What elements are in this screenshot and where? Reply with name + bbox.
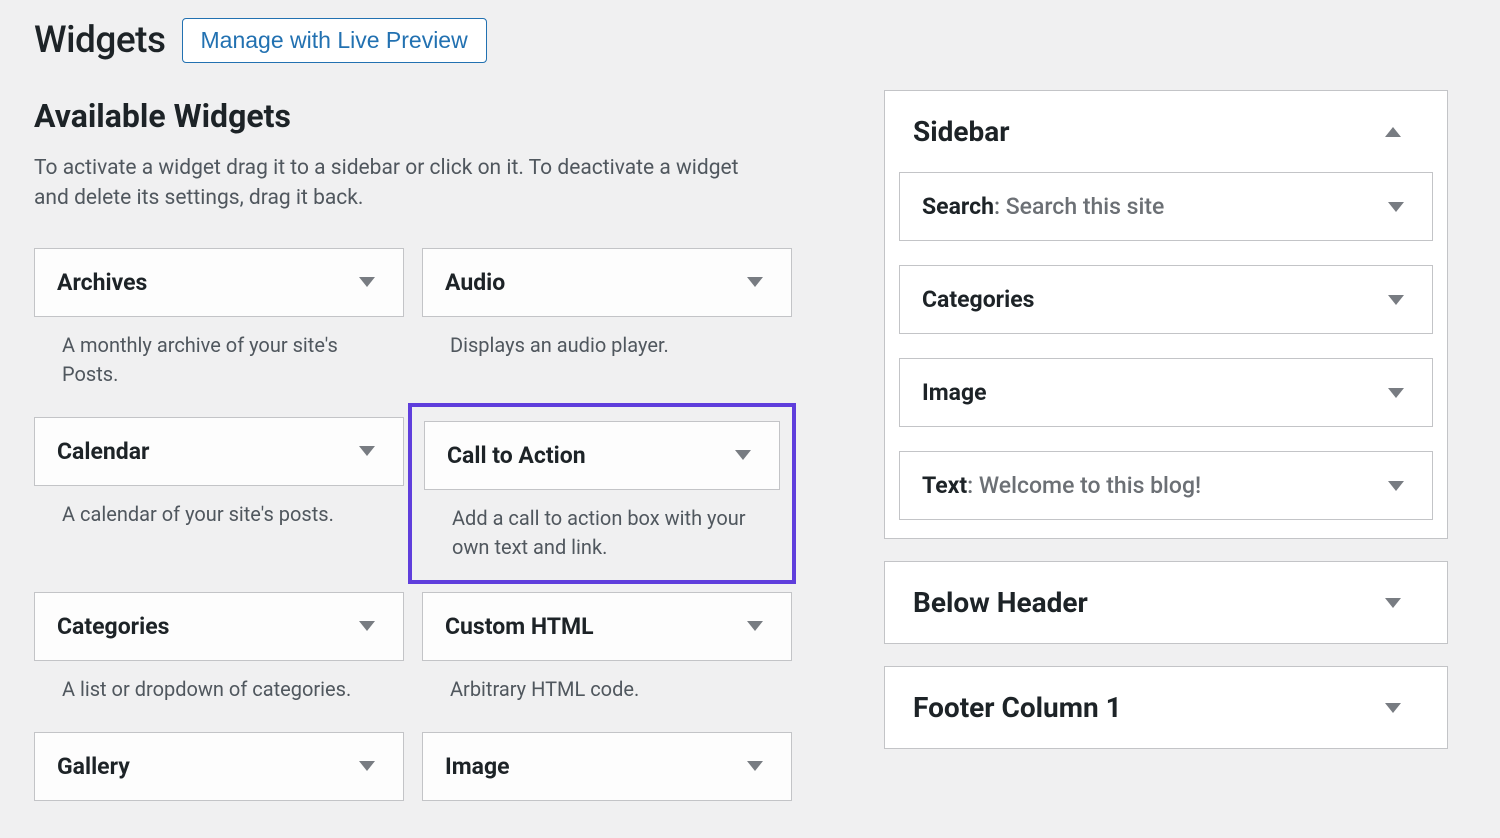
available-widget: Image [422,732,792,801]
available-widget-description: A calendar of your site's posts. [34,500,404,529]
chevron-down-icon[interactable] [1388,295,1404,305]
available-widget-description: Add a call to action box with your own t… [420,504,784,562]
widget-area-title: Sidebar [913,115,1010,148]
available-widget: Categories A list or dropdown of categori… [34,592,404,704]
assigned-widget[interactable]: Search: Search this site [899,172,1433,241]
available-widget: Archives A monthly archive of your site's… [34,248,404,389]
assigned-widget-subtitle: Welcome to this blog! [979,472,1201,499]
available-widget-title: Calendar [57,438,149,465]
widget-area-header[interactable]: Footer Column 1 [885,667,1447,748]
assigned-widget-name: Text [922,472,967,499]
available-widget-title: Gallery [57,753,130,780]
chevron-down-icon[interactable] [359,277,375,287]
chevron-down-icon[interactable] [1388,388,1404,398]
available-widgets-description: To activate a widget drag it to a sideba… [34,153,754,214]
widget-area-panel: Footer Column 1 [884,666,1448,749]
assigned-widget-subtitle: Search this site [1006,193,1165,220]
assigned-widget[interactable]: Categories [899,265,1433,334]
assigned-widget-label: Text: Welcome to this blog! [922,472,1201,499]
available-widget-title: Categories [57,613,169,640]
available-widget-header[interactable]: Calendar [34,417,404,486]
widget-area-panel: Sidebar Search: Search this site Categorie… [884,90,1448,539]
manage-live-preview-button[interactable]: Manage with Live Preview [182,18,487,63]
available-widget-title: Image [445,753,510,780]
widget-area-panel: Below Header [884,561,1448,644]
page-title: Widgets [34,19,166,62]
available-widget-description: Arbitrary HTML code. [422,675,792,704]
assigned-widget-separator: : [967,472,979,499]
available-widget-header[interactable]: Call to Action [424,421,780,490]
chevron-down-icon[interactable] [359,621,375,631]
available-widgets-heading: Available Widgets [34,97,824,135]
assigned-widget-name: Categories [922,286,1034,313]
available-widget-title: Audio [445,269,505,296]
chevron-down-icon[interactable] [735,450,751,460]
chevron-down-icon[interactable] [1385,703,1401,713]
available-widget-description: Displays an audio player. [422,331,792,360]
available-widget: Audio Displays an audio player. [422,248,792,389]
widget-area-title: Below Header [913,586,1088,619]
assigned-widget-name: Search [922,193,994,220]
widget-area-title: Footer Column 1 [913,691,1122,724]
chevron-down-icon[interactable] [747,761,763,771]
available-widget: Gallery [34,732,404,801]
available-widget: Call to Action Add a call to action box w… [408,403,796,584]
available-widget-header[interactable]: Audio [422,248,792,317]
available-widget-header[interactable]: Custom HTML [422,592,792,661]
widget-area-body: Search: Search this site Categories Image T… [885,172,1447,538]
chevron-up-icon[interactable] [1385,127,1401,137]
available-widget-header[interactable]: Archives [34,248,404,317]
available-widget-header[interactable]: Image [422,732,792,801]
chevron-down-icon[interactable] [359,446,375,456]
chevron-down-icon[interactable] [747,277,763,287]
assigned-widget-label: Search: Search this site [922,193,1164,220]
chevron-down-icon[interactable] [1385,598,1401,608]
available-widget-description: A monthly archive of your site's Posts. [34,331,404,389]
chevron-down-icon[interactable] [747,621,763,631]
chevron-down-icon[interactable] [1388,202,1404,212]
available-widget: Custom HTML Arbitrary HTML code. [422,592,792,704]
assigned-widget-separator: : [994,193,1006,220]
chevron-down-icon[interactable] [359,761,375,771]
chevron-down-icon[interactable] [1388,481,1404,491]
assigned-widget[interactable]: Text: Welcome to this blog! [899,451,1433,520]
available-widget-title: Archives [57,269,147,296]
assigned-widget-label: Image [922,379,987,406]
available-widget-description: A list or dropdown of categories. [34,675,404,704]
available-widget-header[interactable]: Gallery [34,732,404,801]
available-widget: Calendar A calendar of your site's posts. [34,417,404,564]
available-widget-title: Custom HTML [445,613,594,640]
assigned-widget-name: Image [922,379,987,406]
assigned-widget[interactable]: Image [899,358,1433,427]
available-widget-header[interactable]: Categories [34,592,404,661]
widget-area-header[interactable]: Sidebar [885,91,1447,172]
widget-area-header[interactable]: Below Header [885,562,1447,643]
available-widget-title: Call to Action [447,442,586,469]
assigned-widget-label: Categories [922,286,1034,313]
